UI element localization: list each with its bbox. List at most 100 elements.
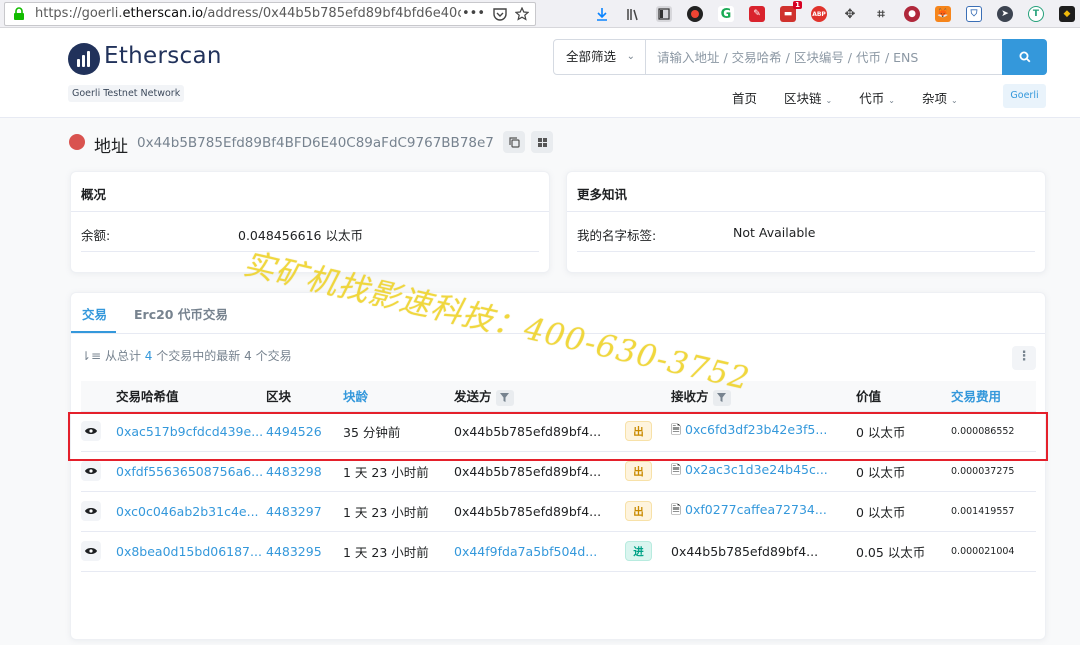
tx-hash-link[interactable]: 0xc0c046ab2b31c4e... <box>116 491 266 532</box>
tx-value: 0.05 以太币 <box>856 531 951 572</box>
divider <box>577 251 1035 252</box>
search-group: 全部筛选 ⌄ <box>553 39 1047 75</box>
header-value: 价值 <box>856 381 951 412</box>
header-to: 接收方 <box>671 381 856 412</box>
sidebar-icon[interactable] <box>656 6 672 22</box>
to-address-link[interactable]: 0xf0277caffea72734... <box>685 502 827 517</box>
block-link[interactable]: 4483295 <box>266 531 343 572</box>
table-header-row: 交易哈希值 区块 块龄 发送方 接收方 价值 交易费用 <box>81 381 1036 412</box>
pocket-icon[interactable] <box>493 7 507 21</box>
site-header: Etherscan Goerli Testnet Network 全部筛选⌄ 首… <box>0 28 1080 118</box>
divider <box>81 251 539 252</box>
from-address-link[interactable]: 0x44f9fda7a5bf504d... <box>454 531 625 572</box>
nav-misc[interactable]: 杂项 ⌄ <box>922 88 958 107</box>
tether-icon[interactable]: T <box>1028 6 1044 22</box>
filter-icon[interactable] <box>495 389 514 406</box>
eye-icon[interactable] <box>81 461 101 481</box>
active-tab-indicator <box>71 331 116 333</box>
eye-icon[interactable] <box>81 501 101 521</box>
highlight-box <box>68 412 1048 461</box>
direction-badge-in: 进 <box>625 541 652 561</box>
address-value: 0x44b5B785Efd89Bf4BFD6E40C89aFdC9767BB78… <box>137 135 494 151</box>
grammarly-icon[interactable]: G <box>718 6 734 22</box>
search-filter-select[interactable]: 全部筛选 ⌄ <box>554 40 646 74</box>
search-icon <box>1019 51 1030 63</box>
etherscan-logo-icon[interactable] <box>68 43 100 75</box>
library-icon[interactable] <box>625 6 641 22</box>
extension-badge-icon[interactable]: ▬ 1 <box>780 1 802 22</box>
chevron-down-icon: ⌄ <box>950 96 958 105</box>
contract-file-icon: 🗎 <box>671 501 682 517</box>
adblock-icon[interactable]: ABP <box>811 6 827 22</box>
name-tag-label: 我的名字标签: <box>577 228 657 243</box>
network-switch-button[interactable]: Goerli <box>1003 84 1046 108</box>
header-block: 区块 <box>266 381 343 412</box>
from-address: 0x44b5b785efd89bf4... <box>454 491 625 532</box>
header-direction <box>625 381 671 412</box>
copy-button[interactable] <box>503 131 525 153</box>
nav-tokens[interactable]: 代币 ⌄ <box>859 88 895 107</box>
overview-title: 概况 <box>71 172 549 212</box>
chevron-down-icon: ⌄ <box>626 51 635 62</box>
filter-icon[interactable] <box>712 389 731 406</box>
tx-value: 0 以太币 <box>856 491 951 532</box>
contract-file-icon: 🗎 <box>671 461 682 477</box>
extension-globe-icon[interactable]: ● <box>904 6 920 22</box>
tx-hash-link[interactable]: 0x8bea0d15bd06187... <box>116 531 266 572</box>
extension-red-icon[interactable]: ✎ <box>749 6 765 22</box>
header-hash: 交易哈希值 <box>116 381 266 412</box>
crop-icon[interactable]: ⌗ <box>873 6 889 22</box>
extension-shield-icon[interactable]: ⛉ <box>966 6 982 22</box>
header-eye <box>81 381 116 412</box>
logo-text[interactable]: Etherscan <box>104 43 222 69</box>
nav-blockchain[interactable]: 区块链 ⌄ <box>784 88 832 107</box>
to-address-link[interactable]: 0x2ac3c1d3e24b45c... <box>685 462 828 477</box>
balance-value: 0.048456616 以太币 <box>238 228 363 243</box>
block-link[interactable]: 4483297 <box>266 491 343 532</box>
metamask-icon[interactable]: 🦊 <box>935 6 951 22</box>
search-input[interactable] <box>657 40 997 74</box>
table-row: 0x8bea0d15bd06187... 4483295 1 天 23 小时前 … <box>81 531 1036 572</box>
tx-fee: 0.000021004 <box>951 531 1036 572</box>
url-bar[interactable]: https://goerli.etherscan.io/address/0x44… <box>4 2 536 26</box>
header-from: 发送方 <box>454 381 625 412</box>
more-actions-icon[interactable]: ••• <box>462 3 485 25</box>
vertical-dots-icon: ⋮ <box>1017 349 1031 364</box>
tx-age: 1 天 23 小时前 <box>343 531 454 572</box>
more-options-button[interactable]: ⋮ <box>1012 346 1036 370</box>
header-fee[interactable]: 交易费用 <box>951 381 1036 412</box>
extension-dark-icon[interactable] <box>687 6 703 22</box>
to-address: 0x44b5b785efd89bf4... <box>671 531 856 572</box>
main-nav: 首页 区块链 ⌄ 代币 ⌄ 杂项 ⌄ <box>732 88 985 107</box>
direction-badge-out: 出 <box>625 501 652 521</box>
transactions-card: 交易 Erc20 代币交易 ⇂≡ 从总计 4 个交易中的最新 4 个交易 ⋮ 交… <box>70 292 1046 640</box>
balance-label: 余额: <box>81 228 111 243</box>
url-text: https://goerli.etherscan.io/address/0x44… <box>35 6 461 21</box>
bookmark-star-icon[interactable] <box>515 7 529 21</box>
tab-erc20-transfers[interactable]: Erc20 代币交易 <box>134 304 228 323</box>
extension-binance-icon[interactable]: ◆ <box>1059 6 1075 22</box>
lock-icon <box>14 7 24 20</box>
table-row: 0xc0c046ab2b31c4e... 4483297 1 天 23 小时前 … <box>81 491 1036 532</box>
address-label: 地址 <box>94 137 128 157</box>
extension-navigation-icon[interactable]: ➤ <box>997 6 1013 22</box>
eye-icon[interactable] <box>81 541 101 561</box>
qr-code-button[interactable] <box>531 131 553 153</box>
nav-home[interactable]: 首页 <box>732 88 757 107</box>
qr-code-icon <box>537 137 547 147</box>
sort-icon: ⇂≡ <box>81 349 102 363</box>
move-icon[interactable]: ✥ <box>842 6 858 22</box>
transactions-table: 交易哈希值 区块 块龄 发送方 接收方 价值 交易费用 0xac517b9cfd… <box>81 381 1036 572</box>
browser-toolbar: https://goerli.etherscan.io/address/0x44… <box>0 0 1080 28</box>
header-age[interactable]: 块龄 <box>343 381 454 412</box>
tx-age: 1 天 23 小时前 <box>343 491 454 532</box>
tab-transactions[interactable]: 交易 <box>82 304 107 323</box>
download-icon[interactable] <box>594 6 610 22</box>
copy-icon <box>508 136 520 148</box>
tabs-bar: 交易 Erc20 代币交易 <box>71 293 1045 334</box>
more-info-card: 更多知讯 我的名字标签: Not Available <box>566 171 1046 273</box>
address-avatar-icon <box>69 134 85 150</box>
network-tag: Goerli Testnet Network <box>68 85 185 102</box>
search-button[interactable] <box>1002 39 1047 75</box>
overview-card: 概况 余额: 0.048456616 以太币 <box>70 171 550 273</box>
